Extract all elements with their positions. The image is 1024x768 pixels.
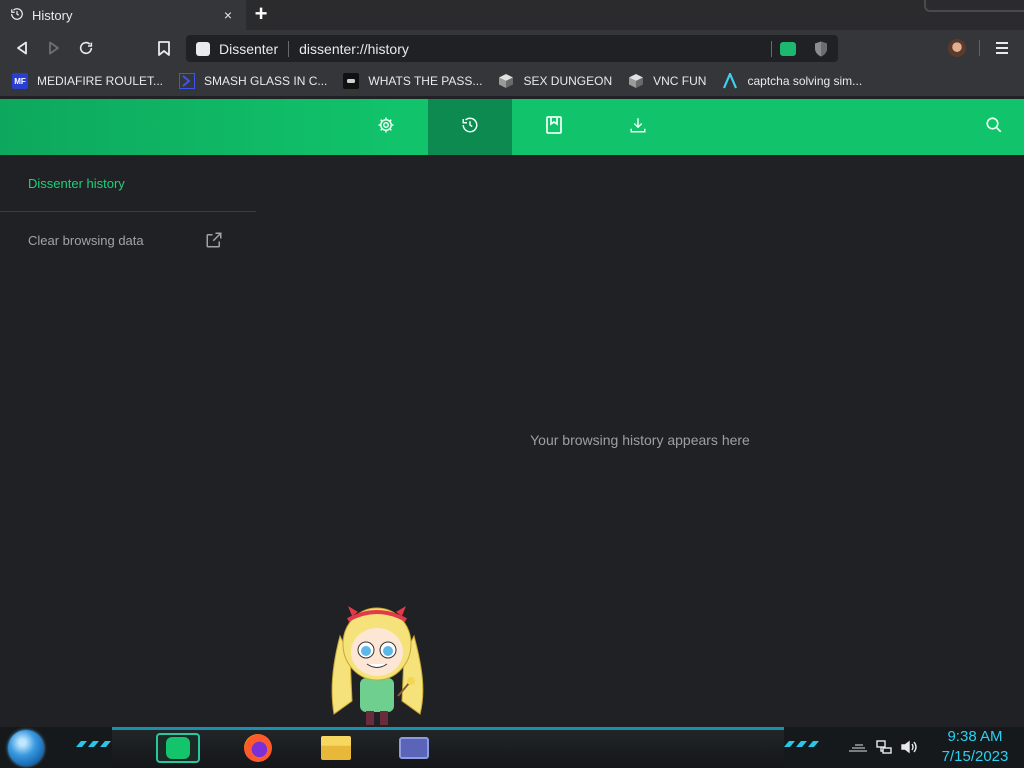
lambda-icon bbox=[722, 73, 738, 89]
system-tray bbox=[848, 734, 918, 762]
bookmark-label: SMASH GLASS IN C... bbox=[204, 74, 328, 88]
taskbar-app-window[interactable] bbox=[392, 733, 436, 763]
history-tab-icon bbox=[10, 7, 24, 24]
history-icon bbox=[461, 116, 479, 139]
chevron-bookmark-icon bbox=[179, 73, 196, 89]
taskbar-app-dock bbox=[112, 727, 784, 768]
nav-settings[interactable] bbox=[344, 99, 428, 155]
nav-bookmarks[interactable] bbox=[512, 99, 596, 155]
bookmarks-bar: MF MEDIAFIRE ROULET... SMASH GLASS IN C.… bbox=[0, 66, 1024, 96]
taskbar-clock[interactable]: 9:38 AM 7/15/2023 bbox=[930, 727, 1020, 767]
forward-button[interactable] bbox=[44, 38, 64, 58]
extension-separator bbox=[771, 40, 772, 57]
downloads-icon bbox=[629, 116, 647, 139]
profile-avatar[interactable] bbox=[948, 39, 966, 57]
reload-button[interactable] bbox=[76, 38, 96, 58]
clock-time: 9:38 AM bbox=[947, 728, 1003, 745]
bookmark-item-whats-the-pass[interactable]: WHATS THE PASS... bbox=[343, 73, 482, 89]
start-button[interactable] bbox=[8, 730, 44, 766]
address-bar[interactable]: Dissenter dissenter://history bbox=[186, 35, 838, 62]
volume-icon[interactable] bbox=[900, 739, 918, 758]
tab-history[interactable]: History × bbox=[0, 0, 246, 30]
sidebar-divider bbox=[0, 211, 256, 212]
site-name-chip: Dissenter bbox=[219, 40, 279, 57]
bookmarks-icon bbox=[546, 115, 562, 139]
window-frame-decoration bbox=[924, 0, 1024, 12]
desktop-mascot-character bbox=[322, 596, 432, 728]
clock-date: 7/15/2023 bbox=[941, 748, 1009, 765]
taskbar-firefox[interactable] bbox=[236, 733, 280, 763]
mediafire-icon: MF bbox=[12, 73, 28, 89]
tab-close-button[interactable]: × bbox=[220, 7, 236, 23]
history-empty-message: Your browsing history appears here bbox=[530, 432, 750, 448]
settings-icon bbox=[377, 116, 395, 139]
toolbar-divider bbox=[979, 40, 980, 56]
tab-title: History bbox=[32, 7, 73, 23]
taskbar-file-explorer[interactable] bbox=[314, 733, 358, 763]
bookmark-item-sex-dungeon[interactable]: SEX DUNGEON bbox=[498, 73, 612, 89]
bookmark-item-smash-glass[interactable]: SMASH GLASS IN C... bbox=[179, 73, 327, 89]
bookmark-item-mediafire[interactable]: MF MEDIAFIRE ROULET... bbox=[12, 73, 163, 89]
cube-icon bbox=[628, 73, 644, 89]
back-button[interactable] bbox=[12, 38, 32, 58]
bookmark-label: WHATS THE PASS... bbox=[368, 74, 483, 88]
bookmark-item-captcha[interactable]: captcha solving sim... bbox=[722, 73, 862, 89]
external-link-icon[interactable] bbox=[205, 231, 223, 249]
network-icon[interactable] bbox=[876, 739, 892, 758]
clear-browsing-data-link[interactable]: Clear browsing data bbox=[28, 233, 144, 248]
bookmark-label: MEDIAFIRE ROULET... bbox=[37, 74, 164, 88]
discord-icon bbox=[343, 73, 360, 89]
taskbar-dissenter[interactable] bbox=[156, 733, 200, 763]
taskbar-decoration-left bbox=[74, 738, 114, 750]
dissenter-site-icon bbox=[196, 41, 210, 56]
nav-history[interactable] bbox=[428, 99, 512, 155]
bookmark-label: VNC FUN bbox=[653, 74, 707, 88]
file-explorer-icon bbox=[321, 736, 351, 760]
bookmark-label: SEX DUNGEON bbox=[523, 74, 613, 88]
firefox-icon bbox=[244, 734, 272, 762]
cube-icon bbox=[498, 73, 514, 89]
search-button[interactable] bbox=[952, 99, 1024, 155]
dissenter-app-icon bbox=[166, 737, 190, 759]
bookmark-page-button[interactable] bbox=[154, 38, 174, 58]
new-tab-button[interactable]: + bbox=[251, 3, 271, 25]
app-window-icon bbox=[399, 737, 429, 759]
main-menu-button[interactable] bbox=[994, 39, 1010, 57]
search-icon bbox=[985, 116, 1003, 139]
sidebar-title[interactable]: Dissenter history bbox=[28, 176, 125, 191]
url-text[interactable]: dissenter://history bbox=[299, 41, 771, 57]
nav-downloads[interactable] bbox=[596, 99, 680, 155]
show-hidden-icons-icon[interactable] bbox=[848, 740, 868, 756]
shield-icon[interactable] bbox=[814, 41, 828, 57]
address-separator bbox=[288, 40, 290, 57]
bookmark-item-vnc-fun[interactable]: VNC FUN bbox=[628, 73, 706, 89]
dissenter-extension-icon[interactable] bbox=[780, 41, 796, 56]
bookmark-label: captcha solving sim... bbox=[747, 74, 863, 88]
taskbar-decoration-right bbox=[782, 738, 822, 750]
